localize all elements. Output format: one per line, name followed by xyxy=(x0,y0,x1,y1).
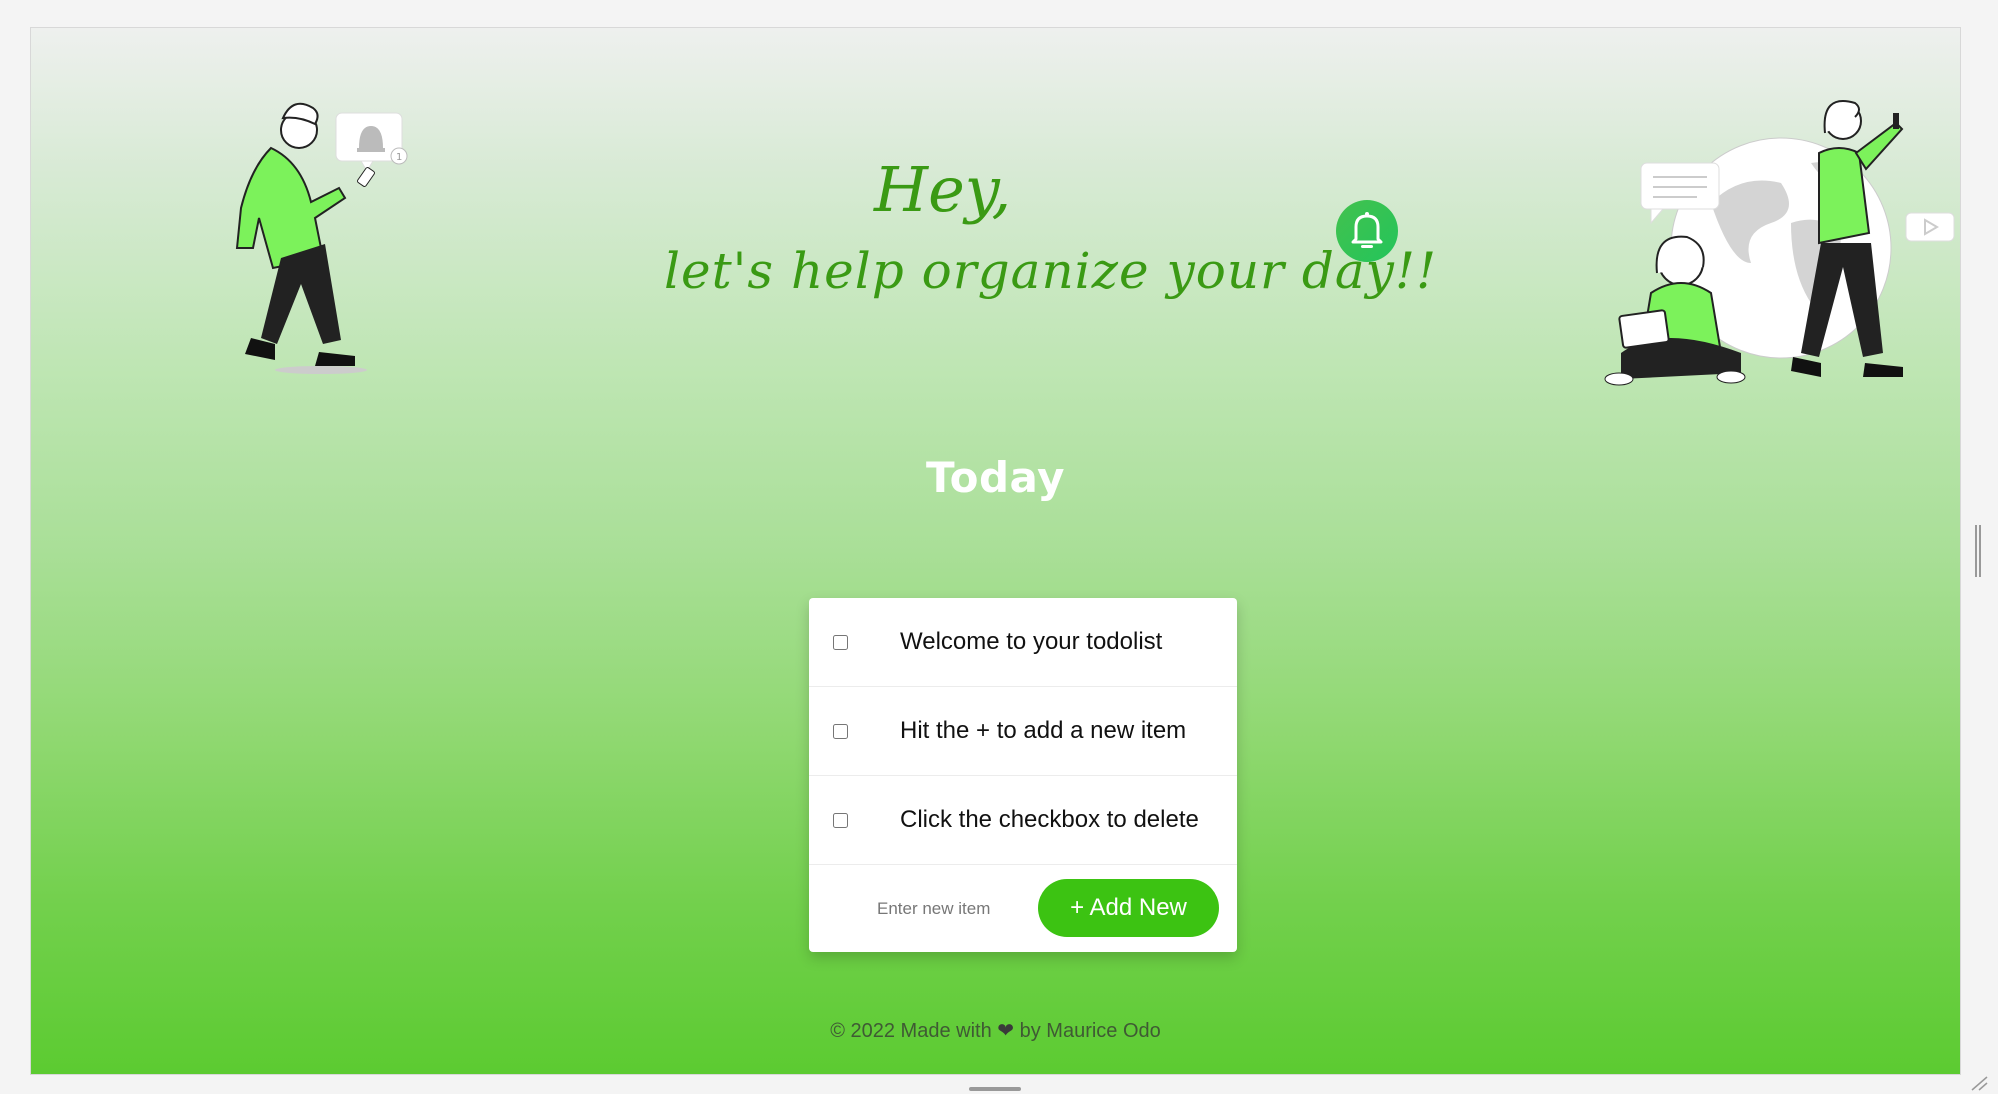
resize-grip-icon[interactable] xyxy=(1970,1075,1990,1091)
todo-checkbox[interactable] xyxy=(833,812,848,828)
add-new-button[interactable]: + Add New xyxy=(1038,879,1219,937)
todo-item: Welcome to your todolist xyxy=(809,598,1237,687)
app-window: 1 Hey, let's help organize your day!! To… xyxy=(30,27,1961,1075)
heart-icon: ❤ xyxy=(997,1020,1015,1042)
notification-button[interactable] xyxy=(1336,200,1398,262)
page-title: Today xyxy=(926,453,1065,502)
todo-item: Click the checkbox to delete xyxy=(809,776,1237,865)
add-item-row: + Add New xyxy=(809,865,1237,953)
globe-people-illustration xyxy=(1604,100,1955,386)
todo-text: Welcome to your todolist xyxy=(900,628,1163,655)
new-item-input[interactable] xyxy=(851,887,1027,931)
greeting-subtitle: let's help organize your day!! xyxy=(664,242,1438,300)
bottom-drag-handle[interactable] xyxy=(969,1087,1021,1091)
todo-text: Click the checkbox to delete xyxy=(900,806,1199,833)
walking-person-illustration: 1 xyxy=(235,102,408,374)
footer-prefix: © 2022 Made with xyxy=(830,1020,992,1042)
footer-suffix: by Maurice Odo xyxy=(1019,1020,1161,1042)
greeting-hey: Hey, xyxy=(874,153,1012,226)
todo-list-card: Welcome to your todolist Hit the + to ad… xyxy=(809,598,1237,952)
todo-checkbox[interactable] xyxy=(833,634,848,650)
bell-icon xyxy=(1351,212,1383,248)
todo-item: Hit the + to add a new item xyxy=(809,687,1237,776)
svg-text:1: 1 xyxy=(396,152,402,163)
footer: © 2022 Made with ❤ by Maurice Odo xyxy=(31,1018,1960,1043)
side-drag-handle[interactable] xyxy=(1975,525,1981,577)
todo-text: Hit the + to add a new item xyxy=(900,717,1187,744)
todo-checkbox[interactable] xyxy=(833,723,848,739)
